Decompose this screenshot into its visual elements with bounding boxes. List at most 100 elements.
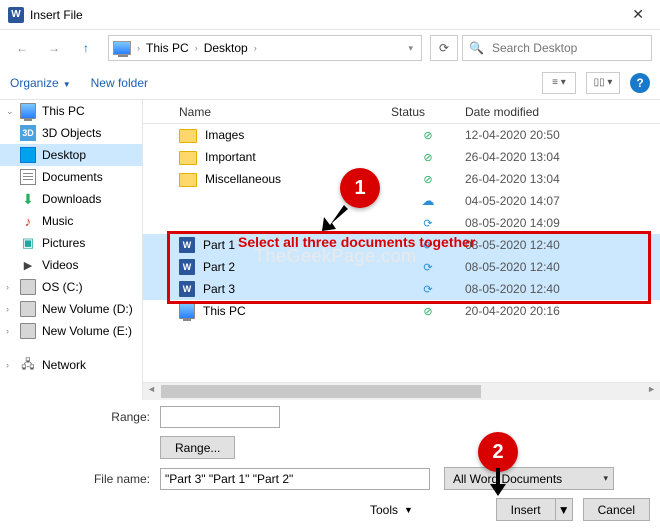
file-name: Part 2 xyxy=(203,260,235,274)
refresh-button[interactable]: ⟳ xyxy=(430,35,458,61)
pc-icon xyxy=(20,103,36,119)
file-name: Miscellaneous xyxy=(205,172,281,186)
bottom-panel: Range: Range... File name: All Word Docu… xyxy=(0,400,660,531)
disk-icon xyxy=(20,323,36,339)
search-icon: 🔍 xyxy=(469,41,484,55)
file-row[interactable]: Images⊘12-04-2020 20:50 xyxy=(143,124,660,146)
file-row[interactable]: ⟳ 08-05-2020 14:09 xyxy=(143,212,660,234)
disk-icon xyxy=(20,301,36,317)
col-date[interactable]: Date modified xyxy=(465,105,660,119)
word-doc-icon: W xyxy=(179,281,195,297)
breadcrumb-location[interactable]: Desktop xyxy=(200,41,252,55)
forward-button[interactable]: → xyxy=(40,35,68,61)
breadcrumb-thispc[interactable]: This PC xyxy=(142,41,193,55)
nav-music[interactable]: ♪Music xyxy=(0,210,142,232)
horizontal-scrollbar[interactable] xyxy=(143,382,660,400)
range-button[interactable]: Range... xyxy=(160,436,235,459)
videos-icon: ▶ xyxy=(20,257,36,273)
insert-splitbutton[interactable]: Insert ▼ xyxy=(496,498,573,521)
network-icon: 🖧 xyxy=(20,357,36,373)
col-name[interactable]: Name xyxy=(143,105,391,119)
file-name: This PC xyxy=(203,304,246,318)
help-button[interactable]: ? xyxy=(630,73,650,93)
folder-icon xyxy=(179,151,197,165)
nav-downloads[interactable]: ⬇Downloads xyxy=(0,188,142,210)
pc-icon xyxy=(113,41,131,55)
column-headers: Name Status Date modified xyxy=(143,100,660,124)
nav-3dobjects[interactable]: 3D3D Objects xyxy=(0,122,142,144)
address-bar[interactable]: › This PC › Desktop › ▾ xyxy=(108,35,422,61)
range-label: Range: xyxy=(10,410,160,424)
window-title: Insert File xyxy=(30,8,624,22)
file-row[interactable]: Miscellaneous⊘26-04-2020 13:04 xyxy=(143,168,660,190)
nav-documents[interactable]: Documents xyxy=(0,166,142,188)
nav-videos[interactable]: ▶Videos xyxy=(0,254,142,276)
status-cloud-icon: ☁ xyxy=(422,193,435,209)
insert-button[interactable]: Insert xyxy=(496,498,555,521)
chevron-right-icon: › xyxy=(135,43,142,53)
disk-icon xyxy=(20,279,36,295)
preview-pane-button[interactable]: ▯▯ ▾ xyxy=(586,72,620,94)
file-list[interactable]: Images⊘12-04-2020 20:50 Important ⊘ 26-04-2… xyxy=(143,124,660,322)
tools-menu[interactable]: Tools▼ xyxy=(370,503,413,517)
file-date: 08-05-2020 12:40 xyxy=(465,282,660,296)
search-input[interactable] xyxy=(490,40,645,56)
nav-vole[interactable]: ›New Volume (E:) xyxy=(0,320,142,342)
annotation-text: Select all three documents together xyxy=(238,234,475,250)
file-row[interactable]: WPart 2⟳08-05-2020 12:40 xyxy=(143,256,660,278)
status-sync-icon: ⟳ xyxy=(423,217,432,230)
status-sync-icon: ⟳ xyxy=(423,283,432,296)
file-date: 20-04-2020 20:16 xyxy=(465,304,660,318)
insert-dropdown[interactable]: ▼ xyxy=(555,498,573,521)
close-button[interactable]: ✕ xyxy=(624,2,652,27)
file-date: 08-05-2020 14:09 xyxy=(465,216,660,230)
file-row[interactable]: This PC ⊘ 20-04-2020 20:16 xyxy=(143,300,660,322)
back-button[interactable]: ← xyxy=(8,35,36,61)
file-date: 26-04-2020 13:04 xyxy=(465,172,660,186)
3d-icon: 3D xyxy=(20,125,36,141)
file-date: 08-05-2020 12:40 xyxy=(465,260,660,274)
pictures-icon: ▣ xyxy=(20,235,36,251)
search-box[interactable]: 🔍 xyxy=(462,35,652,61)
nav-desktop[interactable]: Desktop xyxy=(0,144,142,166)
address-dropdown[interactable]: ▾ xyxy=(404,43,417,54)
cancel-button[interactable]: Cancel xyxy=(583,498,650,521)
file-list-pane: Name Status Date modified Images⊘12-04-2… xyxy=(143,100,660,400)
organize-menu[interactable]: Organize▼ xyxy=(10,76,71,90)
folder-icon xyxy=(179,129,197,143)
file-row[interactable]: Important⊘26-04-2020 13:04 xyxy=(143,146,660,168)
nav-vold[interactable]: ›New Volume (D:) xyxy=(0,298,142,320)
view-details-button[interactable]: ≡ ▾ xyxy=(542,72,576,94)
scroll-thumb[interactable] xyxy=(161,385,481,398)
nav-pictures[interactable]: ▣Pictures xyxy=(0,232,142,254)
pc-icon xyxy=(179,303,195,319)
file-date: 08-05-2020 12:40 xyxy=(465,238,660,252)
folder-icon xyxy=(179,173,197,187)
file-row[interactable]: ☁ 04-05-2020 14:07 xyxy=(143,190,660,212)
file-name: Part 3 xyxy=(203,282,235,296)
up-button[interactable]: ↑ xyxy=(72,35,100,61)
filename-input[interactable] xyxy=(160,468,430,490)
filename-label: File name: xyxy=(10,472,160,486)
nav-thispc[interactable]: ⌄This PC xyxy=(0,100,142,122)
nav-osc[interactable]: ›OS (C:) xyxy=(0,276,142,298)
status-ok-icon: ⊘ xyxy=(423,129,432,142)
newfolder-button[interactable]: New folder xyxy=(91,76,148,90)
word-doc-icon: W xyxy=(179,259,195,275)
status-ok-icon: ⊘ xyxy=(423,151,432,164)
file-row[interactable]: W Part 3 ⟳ 08-05-2020 12:40 xyxy=(143,278,660,300)
music-icon: ♪ xyxy=(20,213,36,229)
navigation-row: ← → ↑ › This PC › Desktop › ▾ ⟳ 🔍 xyxy=(0,30,660,66)
col-status[interactable]: Status xyxy=(391,105,465,119)
file-name: Part 1 xyxy=(203,238,235,252)
file-name: Important xyxy=(205,150,256,164)
documents-icon xyxy=(20,169,36,185)
chevron-right-icon: › xyxy=(193,43,200,53)
file-date: 04-05-2020 14:07 xyxy=(465,194,660,208)
filetype-combo[interactable]: All Word Documents xyxy=(444,467,614,490)
nav-network[interactable]: ›🖧Network xyxy=(0,354,142,376)
word-app-icon: W xyxy=(8,7,24,23)
status-ok-icon: ⊘ xyxy=(423,305,432,318)
chevron-right-icon: › xyxy=(252,43,259,53)
range-input[interactable] xyxy=(160,406,280,428)
